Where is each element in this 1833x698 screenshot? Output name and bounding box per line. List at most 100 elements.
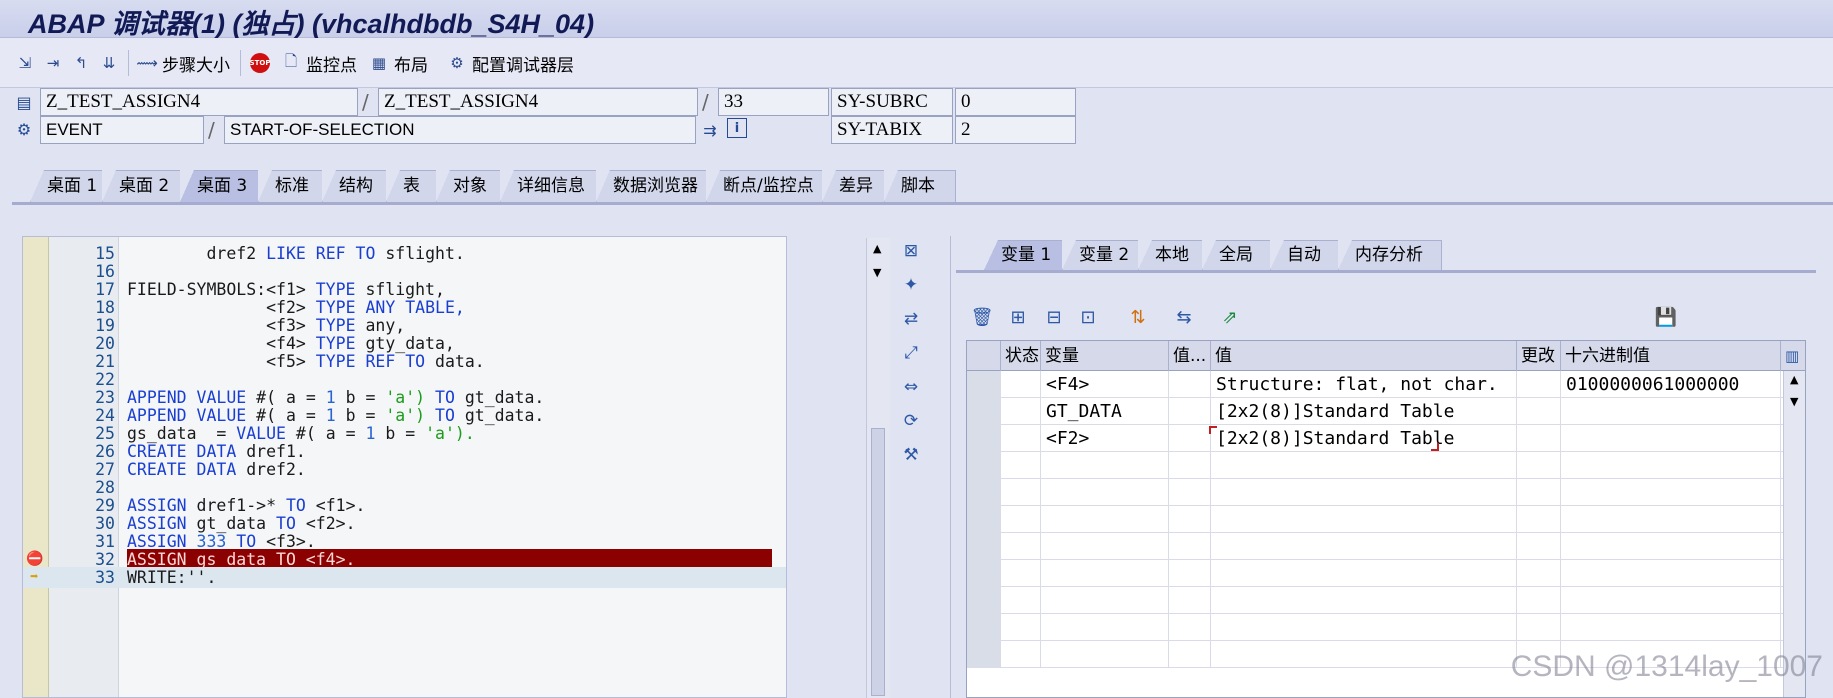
column-settings-icon[interactable]: ▥ — [1781, 341, 1805, 371]
grid-scroll-down-icon[interactable]: ▼ — [1790, 395, 1798, 408]
tab-variables-2[interactable]: 变量 2 — [1062, 240, 1146, 270]
table-row[interactable] — [967, 614, 1805, 641]
tab-global[interactable]: 全局 — [1202, 240, 1278, 270]
value-cell — [1211, 587, 1517, 614]
tab-object[interactable]: 对象 — [436, 170, 506, 202]
delete-icon[interactable]: 🗑 — [968, 303, 996, 331]
config-layer-label: 配置调试器层 — [472, 55, 574, 76]
variable-cell[interactable]: <F4> — [1041, 371, 1169, 398]
watchpoint-button[interactable]: 🗋 监控点 — [280, 50, 357, 76]
code-line[interactable]: 33 WRITE:''. ➡ — [23, 567, 786, 588]
col-changed[interactable]: 更改 — [1517, 341, 1561, 371]
tab-details[interactable]: 详细信息 — [500, 170, 604, 202]
variable-cell[interactable] — [1041, 560, 1169, 587]
table-row[interactable]: <F2> [2x2(8)]Standard Table — [967, 425, 1805, 452]
layout-button[interactable]: ▦ 布局 — [368, 50, 428, 76]
tab-script[interactable]: 脚本 — [884, 170, 956, 202]
step-into-icon: ⇲ — [18, 54, 32, 72]
table-row[interactable] — [967, 479, 1805, 506]
table-row[interactable] — [967, 587, 1805, 614]
table-row[interactable] — [967, 506, 1805, 533]
return-icon: ↰ — [74, 54, 88, 72]
variable-cell[interactable]: GT_DATA — [1041, 398, 1169, 425]
col-value[interactable]: 值 — [1211, 341, 1517, 371]
status-cell — [1001, 560, 1041, 587]
col-status[interactable]: 状态 — [1001, 341, 1041, 371]
tab-desktop-1[interactable]: 桌面 1 — [30, 170, 110, 202]
col-value-short[interactable]: 值... — [1169, 341, 1211, 371]
variable-cell[interactable] — [1041, 533, 1169, 560]
new-tool-icon[interactable]: ✦ — [898, 272, 924, 298]
tab-standard[interactable]: 标准 — [258, 170, 328, 202]
sy-subrc-label: SY-SUBRC — [831, 88, 953, 116]
variable-cell[interactable] — [1041, 506, 1169, 533]
save-icon[interactable]: 💾 — [1652, 303, 1680, 331]
variable-cell[interactable] — [1041, 587, 1169, 614]
refresh-icon[interactable]: ⟳ — [898, 408, 924, 434]
col-hex[interactable]: 十六进制值 — [1561, 341, 1781, 371]
hex-cell — [1561, 614, 1781, 641]
tab-structure[interactable]: 结构 — [322, 170, 392, 202]
variable-cell[interactable]: <F2> — [1041, 425, 1169, 452]
tab-variables-1[interactable]: 变量 1 — [984, 240, 1070, 270]
transfer-icon[interactable]: ⇆ — [1170, 303, 1198, 331]
append-row-icon[interactable]: ⊟ — [1040, 303, 1068, 331]
table-row[interactable]: GT_DATA [2x2(8)]Standard Table — [967, 398, 1805, 425]
scroll-down-icon[interactable]: ▼ — [873, 266, 881, 279]
tab-desktop-3[interactable]: 桌面 3 — [180, 170, 264, 202]
variable-cell[interactable] — [1041, 452, 1169, 479]
table-row[interactable] — [967, 533, 1805, 560]
step-into-button[interactable]: ⇲ — [14, 50, 40, 76]
table-row[interactable] — [967, 452, 1805, 479]
variables-grid[interactable]: 状态 变量 值... 值 更改 十六进制值 ▥ <F4> Structure: f… — [966, 340, 1806, 698]
row-selector — [967, 371, 1001, 398]
maximize-icon[interactable]: ⤢ — [898, 340, 924, 366]
table-row[interactable]: <F4> Structure: flat, not char. 0100000061… — [967, 371, 1805, 398]
hex-cell — [1561, 398, 1781, 425]
step-size-button[interactable]: ⟿ 步骤大小 — [136, 50, 230, 76]
tab-local[interactable]: 本地 — [1138, 240, 1210, 270]
variable-cell[interactable] — [1041, 614, 1169, 641]
scroll-up-icon[interactable]: ▲ — [873, 242, 881, 255]
export-icon[interactable]: ⇗ — [1216, 303, 1244, 331]
settings-icon[interactable]: ⚒ — [898, 442, 924, 468]
return-button[interactable]: ↰ — [70, 50, 96, 76]
row-selector-header[interactable] — [967, 341, 1001, 371]
status-cell — [1001, 506, 1041, 533]
tab-auto[interactable]: 自动 — [1270, 240, 1346, 270]
status-cell — [1001, 641, 1041, 668]
tab-memory-analysis[interactable]: 内存分析 — [1338, 240, 1442, 270]
step-over-button[interactable]: ⇥ — [42, 50, 68, 76]
code-scroll-thumb[interactable] — [871, 428, 885, 696]
stop-button[interactable]: STOP — [250, 50, 274, 76]
resize-icon[interactable]: ⇔ — [898, 374, 924, 400]
continue-icon: ⇊ — [102, 54, 116, 72]
delete-row-icon[interactable]: ⊡ — [1074, 303, 1102, 331]
close-icon[interactable]: ⊠ — [898, 238, 924, 264]
include-field: Z_TEST_ASSIGN4 — [378, 88, 698, 116]
value-cell — [1211, 533, 1517, 560]
tab-breakpoints[interactable]: 断点/监控点 — [706, 170, 830, 202]
swap-tool-icon[interactable]: ⇄ — [898, 306, 924, 332]
grid-scroll-up-icon[interactable]: ▲ — [1790, 373, 1798, 386]
tab-desktop-2[interactable]: 桌面 2 — [102, 170, 182, 202]
col-variable[interactable]: 变量 — [1041, 341, 1169, 371]
info-icon[interactable]: i — [727, 118, 747, 138]
grid-scrollbar[interactable]: ▲ ▼ — [1783, 371, 1805, 697]
sort-icon[interactable]: ⇅ — [1124, 303, 1152, 331]
row-selector — [967, 479, 1001, 506]
row-selector — [967, 641, 1001, 668]
status-cell — [1001, 614, 1041, 641]
continue-button[interactable]: ⇊ — [98, 50, 124, 76]
insert-row-icon[interactable]: ⊞ — [1004, 303, 1032, 331]
variable-cell[interactable] — [1041, 641, 1169, 668]
config-layer-button[interactable]: ⚙ 配置调试器层 — [446, 50, 574, 76]
tab-data-browser[interactable]: 数据浏览器 — [596, 170, 714, 202]
source-code-pane[interactable]: 15 dref2 LIKE REF TO sflight. 16 17 FIELD-S… — [22, 236, 787, 698]
variable-cell[interactable] — [1041, 479, 1169, 506]
table-row[interactable] — [967, 560, 1805, 587]
value-cell — [1211, 641, 1517, 668]
navigate-icon[interactable]: ⇉ — [698, 118, 722, 142]
code-scrollbar[interactable]: ▲ ▼ — [866, 238, 890, 698]
event-type-field: EVENT — [40, 116, 204, 144]
